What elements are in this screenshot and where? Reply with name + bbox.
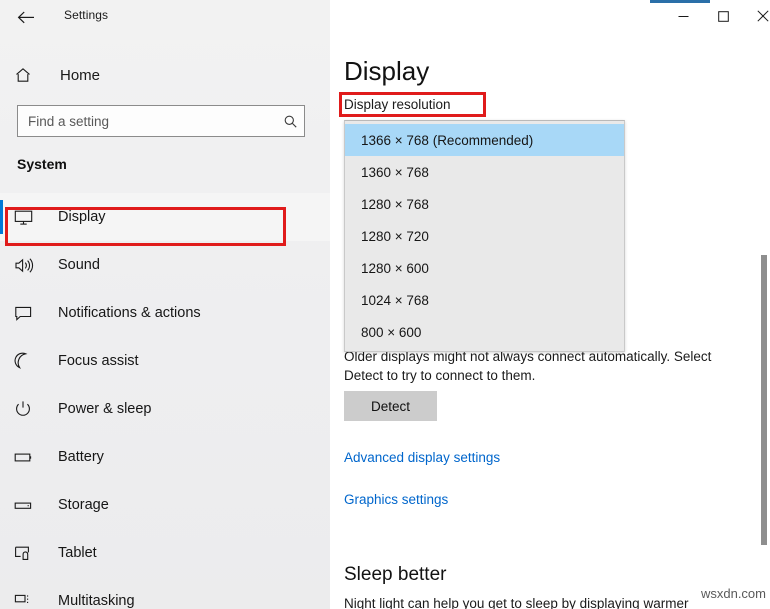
display-resolution-label: Display resolution <box>344 97 451 112</box>
sidebar-item-sound[interactable]: Sound <box>0 241 330 289</box>
search-input[interactable] <box>18 113 276 129</box>
sidebar-item-label: Display <box>58 209 106 225</box>
content-scrollbar-thumb[interactable] <box>761 255 767 545</box>
sidebar-item-label: Storage <box>58 497 109 513</box>
sidebar-item-home[interactable]: Home <box>14 59 100 91</box>
resolution-option[interactable]: 1280 × 600 <box>345 252 624 284</box>
sidebar-item-label: Sound <box>58 257 100 273</box>
resolution-option[interactable]: 1280 × 768 <box>345 188 624 220</box>
sidebar-group-title: System <box>17 156 67 172</box>
settings-window: Home System <box>0 0 770 609</box>
watermark: wsxdn.com <box>700 586 766 601</box>
detect-description: Older displays might not always connect … <box>344 349 712 383</box>
sidebar-item-battery[interactable]: Battery <box>0 433 330 481</box>
sidebar-item-label: Multitasking <box>58 593 135 609</box>
resolution-option[interactable]: 1024 × 768 <box>345 284 624 316</box>
power-icon <box>14 400 44 418</box>
resolution-option[interactable]: 1360 × 768 <box>345 156 624 188</box>
monitor-icon <box>14 209 44 226</box>
window-accent-bar <box>650 0 710 3</box>
search-icon[interactable] <box>276 114 304 129</box>
sidebar-item-label: Battery <box>58 449 104 465</box>
sidebar-item-power-sleep[interactable]: Power & sleep <box>0 385 330 433</box>
storage-icon <box>14 499 44 512</box>
sidebar-item-notifications[interactable]: Notifications & actions <box>0 289 330 337</box>
title-bar: Settings <box>0 0 770 33</box>
battery-icon <box>14 451 44 464</box>
resolution-option[interactable]: 1366 × 768 (Recommended) <box>345 124 624 156</box>
sidebar-item-label: Focus assist <box>58 353 139 369</box>
multitasking-icon <box>14 593 44 609</box>
close-button[interactable] <box>740 0 770 32</box>
tablet-icon <box>14 545 44 562</box>
sleep-better-title: Sleep better <box>344 564 447 585</box>
detect-button[interactable]: Detect <box>344 391 437 421</box>
resolution-option[interactable]: 800 × 600 <box>345 316 624 348</box>
sidebar-item-multitasking[interactable]: Multitasking <box>0 577 330 609</box>
graphics-settings-link[interactable]: Graphics settings <box>344 492 448 507</box>
sidebar-item-label: Power & sleep <box>58 401 152 417</box>
sidebar-item-tablet[interactable]: Tablet <box>0 529 330 577</box>
sidebar: Home System <box>0 0 330 609</box>
speaker-icon <box>14 257 44 274</box>
sleep-better-description: Night light can help you get to sleep by… <box>344 596 689 609</box>
sidebar-item-storage[interactable]: Storage <box>0 481 330 529</box>
resolution-option[interactable]: 1280 × 720 <box>345 220 624 252</box>
sidebar-item-label: Tablet <box>58 545 97 561</box>
page-title: Display <box>344 56 430 86</box>
resolution-dropdown-list[interactable]: 1366 × 768 (Recommended) 1360 × 768 1280… <box>344 120 625 352</box>
sidebar-item-display[interactable]: Display <box>0 193 330 241</box>
sidebar-nav-list: Display Sound Notifications & actions Fo… <box>0 193 330 609</box>
moon-icon <box>14 352 44 370</box>
sidebar-item-home-label: Home <box>60 66 101 84</box>
window-title: Settings <box>64 8 109 22</box>
content-scrollbar-track[interactable] <box>758 33 770 609</box>
search-box[interactable] <box>17 105 305 137</box>
home-icon <box>14 66 46 84</box>
back-button[interactable] <box>8 3 44 31</box>
notification-icon <box>14 305 44 322</box>
advanced-display-settings-link[interactable]: Advanced display settings <box>344 450 500 465</box>
sidebar-item-focus-assist[interactable]: Focus assist <box>0 337 330 385</box>
sidebar-item-label: Notifications & actions <box>58 305 201 321</box>
